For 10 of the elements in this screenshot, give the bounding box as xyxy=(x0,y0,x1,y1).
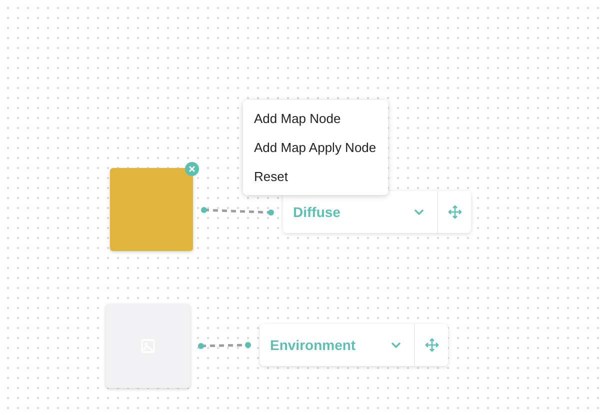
move-icon xyxy=(424,338,438,352)
color-swatch[interactable] xyxy=(110,168,193,251)
node-label: Environment xyxy=(269,337,357,353)
menu-item[interactable]: Add Map Node xyxy=(243,104,388,133)
menu-item[interactable]: Add Map Apply Node xyxy=(243,133,388,162)
move-icon xyxy=(448,205,462,219)
connector xyxy=(198,342,251,349)
menu-item[interactable]: Reset xyxy=(243,162,388,191)
close-icon[interactable] xyxy=(185,162,199,176)
node-label: Diffuse xyxy=(292,204,342,220)
